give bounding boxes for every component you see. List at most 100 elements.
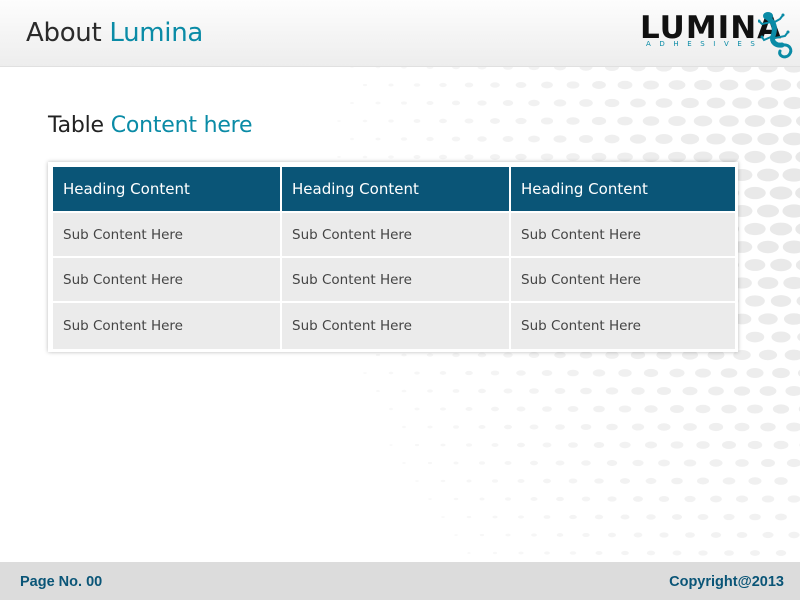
- background-dot: [747, 440, 763, 450]
- background-dot: [707, 67, 725, 73]
- table-section-title-plain: Table: [48, 113, 111, 138]
- background-dot: [467, 552, 471, 554]
- background-dot: [542, 442, 552, 448]
- background-dot: [719, 79, 739, 91]
- background-dot: [362, 83, 368, 87]
- background-dot: [631, 423, 645, 431]
- table-cell: Sub Content Here: [53, 303, 280, 349]
- background-dot: [593, 442, 605, 448]
- background-dot: [786, 458, 800, 468]
- background-dot: [466, 479, 472, 483]
- background-dot: [414, 443, 420, 447]
- background-dot: [607, 532, 617, 538]
- background-dot: [453, 461, 459, 465]
- background-dot: [683, 459, 697, 467]
- background-dot: [722, 477, 736, 485]
- background-dot: [504, 497, 512, 501]
- background-dot: [516, 406, 526, 412]
- background-dot: [566, 117, 580, 125]
- background-dot: [350, 67, 354, 68]
- background-dot: [762, 531, 774, 539]
- background-dot: [517, 442, 525, 448]
- background-dot: [783, 276, 800, 290]
- background-dot: [769, 222, 793, 236]
- background-dot: [769, 150, 793, 164]
- background-dot: [478, 388, 486, 394]
- background-dot: [604, 134, 620, 144]
- background-dot: [388, 371, 394, 375]
- table-section-title-accent: Content here: [110, 113, 253, 138]
- background-dot: [452, 425, 460, 429]
- background-dot: [388, 83, 394, 87]
- background-dot: [388, 119, 394, 123]
- background-dot: [784, 67, 800, 73]
- background-dot: [554, 67, 566, 71]
- background-dot: [721, 404, 737, 414]
- table-cell: Sub Content Here: [282, 213, 509, 256]
- background-dot: [744, 186, 766, 200]
- background-dot: [643, 80, 659, 90]
- background-dot: [744, 115, 766, 127]
- background-dot: [785, 386, 800, 396]
- background-dot: [732, 67, 752, 73]
- background-dot: [489, 154, 501, 160]
- background-dot: [400, 137, 408, 141]
- background-dot: [709, 459, 723, 467]
- background-dot: [720, 368, 738, 378]
- background-dot: [736, 531, 748, 539]
- background-dot: [567, 405, 579, 413]
- background-dot: [670, 405, 684, 413]
- background-dot: [670, 441, 684, 449]
- background-dot: [605, 351, 619, 359]
- background-dot: [530, 497, 538, 501]
- background-dot: [427, 389, 433, 393]
- background-dot: [658, 496, 670, 502]
- background-dot: [747, 404, 763, 414]
- background-dot: [529, 424, 539, 430]
- slide-title-accent: Lumina: [109, 18, 204, 48]
- background-dot: [668, 151, 686, 163]
- background-dot: [620, 514, 630, 520]
- background-dot: [464, 154, 474, 160]
- table-cell: Sub Content Here: [53, 258, 280, 301]
- background-dot: [656, 386, 672, 396]
- background-dot: [745, 295, 765, 307]
- background-dot: [426, 101, 434, 105]
- background-dot: [543, 515, 551, 519]
- background-dot: [671, 477, 683, 485]
- background-dot: [630, 67, 646, 72]
- background-dot: [529, 388, 539, 394]
- background-dot: [451, 100, 461, 106]
- table-heading-cell: Heading Content: [282, 167, 509, 211]
- background-dot: [617, 152, 633, 162]
- background-dot: [632, 459, 644, 467]
- background-dot: [761, 495, 775, 503]
- background-dot: [680, 133, 700, 145]
- background-dot: [518, 551, 524, 555]
- background-dot: [761, 459, 775, 467]
- background-dot: [579, 135, 593, 143]
- background-dot: [389, 444, 393, 446]
- background-dot: [428, 498, 432, 500]
- background-dot: [629, 134, 647, 144]
- background-dot: [454, 534, 458, 536]
- background-dot: [579, 99, 593, 107]
- background-dot: [723, 513, 735, 521]
- background-dot: [744, 150, 766, 164]
- background-dot: [708, 386, 724, 396]
- background-dot: [770, 114, 792, 128]
- background-dot: [515, 117, 527, 125]
- background-dot: [775, 550, 787, 556]
- background-dot: [477, 67, 487, 70]
- background-dot: [708, 422, 724, 432]
- table-row: Sub Content Here Sub Content Here Sub Co…: [53, 213, 735, 256]
- background-dot: [671, 514, 683, 520]
- table-heading-cell: Heading Content: [53, 167, 280, 211]
- background-dot: [465, 370, 473, 376]
- background-dot: [795, 223, 800, 235]
- background-dot: [376, 389, 380, 393]
- background-dot: [427, 425, 433, 429]
- background-dot: [617, 80, 633, 90]
- background-dot: [566, 153, 580, 161]
- background-dot: [774, 477, 788, 485]
